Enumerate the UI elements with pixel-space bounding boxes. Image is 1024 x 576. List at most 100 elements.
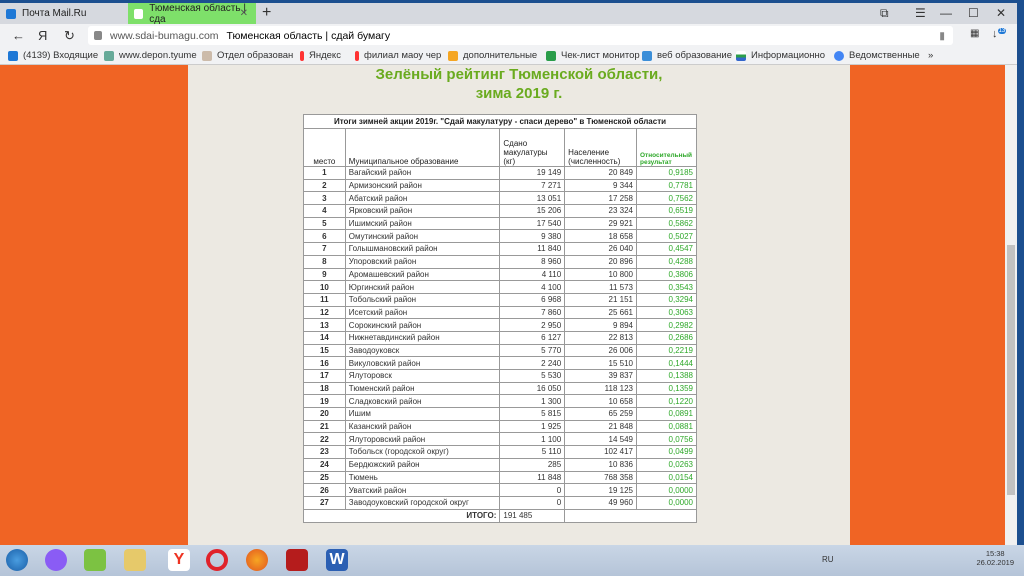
cell-population: 10 836 [564, 457, 637, 472]
cell-result: 0,7562 [635, 191, 698, 206]
back-icon[interactable]: ← [12, 28, 25, 43]
tab-active[interactable]: Тюменская область | сда ✕ [128, 3, 256, 25]
cell-place: 1 [303, 166, 346, 180]
close-window-button[interactable]: ✕ [996, 6, 1006, 20]
cell-municipality: Тобольский район [344, 292, 501, 307]
bookmark-item[interactable]: www.depon.tyume [104, 50, 197, 61]
cell-paper-kg: 2 240 [499, 356, 566, 370]
bookmark-label: веб образование [657, 50, 732, 61]
download-icon[interactable]: ↓13 [992, 28, 1007, 40]
table-row: 4 Ярковский район 15 206 23 324 0,6519 [303, 204, 698, 218]
cell-paper-kg: 11 840 [499, 242, 566, 256]
cell-result: 0,0263 [635, 457, 698, 472]
table-row: 24 Бердюжский район 285 10 836 0,0263 [303, 457, 698, 472]
cell-population: 18 658 [564, 229, 637, 244]
cell-place: 5 [303, 216, 346, 231]
cell-population: 118 123 [564, 381, 637, 396]
cell-place: 24 [303, 457, 346, 472]
url-domain: www.sdai-bumagu.com [110, 29, 219, 42]
table-row: 5 Ишимский район 17 540 29 921 0,5862 [303, 216, 698, 231]
cell-result: 0,0499 [635, 445, 698, 459]
bookmark-item[interactable]: Чек-лист монитор [546, 50, 640, 61]
cell-paper-kg: 6 968 [499, 292, 566, 307]
cell-place: 10 [303, 280, 346, 294]
bookmark-icon [8, 50, 18, 61]
tab-mail[interactable]: Почта Mail.Ru [0, 3, 128, 24]
bookmark-icon[interactable]: ▮ [939, 30, 945, 42]
cell-population: 768 358 [564, 470, 637, 485]
bookmark-item[interactable]: Отдел образован [202, 50, 293, 61]
cell-paper-kg: 19 149 [499, 166, 566, 180]
clock[interactable]: 15:38 26.02.2019 [976, 549, 1014, 567]
cell-result: 0,0000 [635, 483, 698, 497]
app-icon[interactable] [84, 549, 106, 571]
firefox-icon[interactable] [246, 549, 268, 571]
table-row: 3 Абатский район 13 051 17 258 0,7562 [303, 191, 698, 206]
cell-municipality: Тюменский район [344, 381, 501, 396]
bookmark-item[interactable]: Ведомственные [834, 50, 920, 61]
reload-icon[interactable]: ↻ [64, 28, 75, 44]
tabs-icon[interactable]: ⧉ [880, 6, 889, 21]
cell-result: 0,1444 [635, 356, 698, 370]
minimize-button[interactable]: — [940, 6, 952, 20]
cell-paper-kg: 7 860 [499, 305, 566, 320]
bookmark-item[interactable]: Яндекс [300, 50, 341, 61]
cell-result: 0,1359 [635, 381, 698, 396]
cell-municipality: Заводоуковский городской округ [344, 495, 501, 510]
yandex-icon[interactable]: Я [38, 28, 47, 43]
acrobat-icon[interactable] [286, 549, 308, 571]
download-badge: 13 [997, 28, 1007, 35]
cell-result: 0,3543 [635, 280, 698, 294]
total-empty [564, 508, 697, 523]
header-population: Население (численность) [564, 128, 637, 167]
bookmark-item[interactable]: филиал маоу чер [355, 50, 441, 61]
table-row: 2 Армизонский район 7 271 9 344 0,7781 [303, 178, 698, 193]
scrollbar[interactable] [1005, 65, 1017, 545]
cell-population: 22 813 [564, 330, 637, 345]
cell-result: 0,3063 [635, 305, 698, 320]
cell-place: 11 [303, 292, 346, 307]
cell-place: 14 [303, 330, 346, 345]
new-tab-button[interactable]: + [262, 4, 271, 22]
word-icon[interactable]: W [326, 549, 348, 571]
cell-paper-kg: 11 848 [499, 470, 566, 485]
cell-population: 39 837 [564, 369, 637, 383]
total-label: ИТОГО: [302, 508, 501, 523]
table-row: 9 Аромашевский район 4 110 10 800 0,3806 [303, 267, 698, 282]
cell-place: 17 [303, 369, 346, 383]
cell-municipality: Ишим [344, 407, 501, 421]
bookmark-item[interactable]: (4139) Входящие [8, 50, 98, 61]
yandex-browser-icon[interactable]: Y [168, 549, 190, 571]
opera-icon[interactable] [206, 549, 228, 571]
extension-icon[interactable]: ▦ [970, 28, 979, 39]
bookmarks-bar: (4139) Входящие www.depon.tyume Отдел об… [0, 47, 1017, 65]
table-row: 10 Юргинский район 4 100 11 573 0,3543 [303, 280, 698, 294]
bookmark-label: дополнительные [463, 50, 538, 61]
menu-icon[interactable]: ☰ [915, 6, 926, 20]
explorer-icon[interactable] [124, 549, 146, 571]
taskbar: Y W RU 15:38 26.02.2019 [0, 545, 1024, 576]
bookmarks-more-button[interactable]: » [928, 50, 933, 61]
cell-municipality: Ялуторовск [344, 369, 501, 383]
url-input[interactable]: www.sdai-bumagu.com Тюменская область | с… [88, 26, 953, 45]
close-tab-icon[interactable]: ✕ [240, 8, 248, 19]
page-title: Зелёный рейтинг Тюменской области, зима 2… [375, 66, 663, 102]
alice-icon[interactable] [45, 549, 67, 571]
bookmark-item[interactable]: веб образование [642, 50, 732, 61]
cell-municipality: Голышмановский район [344, 242, 501, 256]
bookmark-label: Информационно [751, 50, 826, 61]
address-bar-row: ← Я ↻ www.sdai-bumagu.com Тюменская облас… [0, 24, 1017, 47]
cell-result: 0,1388 [635, 369, 698, 383]
cell-result: 0,0756 [635, 432, 698, 447]
table-row: 18 Тюменский район 16 050 118 123 0,1359 [303, 381, 698, 396]
cell-place: 3 [303, 191, 346, 206]
cell-municipality: Казанский район [344, 419, 501, 434]
bookmark-item[interactable]: Информационно [736, 50, 825, 61]
scrollbar-thumb[interactable] [1007, 245, 1015, 495]
table-row: 27 Заводоуковский городской округ 0 49 960 0… [303, 495, 698, 510]
bookmark-item[interactable]: дополнительные [448, 50, 537, 61]
maximize-button[interactable]: ☐ [968, 6, 979, 20]
language-indicator[interactable]: RU [822, 555, 834, 564]
tab-label: Почта Mail.Ru [22, 8, 87, 19]
start-button[interactable] [6, 549, 28, 571]
